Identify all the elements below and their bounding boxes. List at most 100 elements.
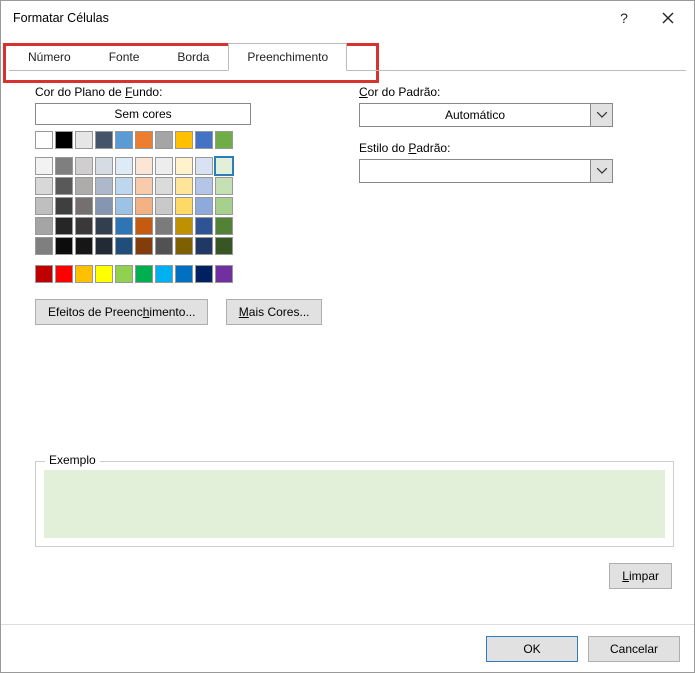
color-swatch[interactable] [175, 237, 193, 255]
tab-number[interactable]: Número [9, 43, 90, 71]
color-swatch[interactable] [75, 237, 93, 255]
color-swatch[interactable] [135, 237, 153, 255]
color-swatch[interactable] [215, 177, 233, 195]
color-swatch[interactable] [155, 237, 173, 255]
color-swatch[interactable] [115, 237, 133, 255]
color-swatch[interactable] [135, 197, 153, 215]
pattern-color-label: Cor do Padrão: [359, 85, 674, 99]
color-swatch[interactable] [135, 157, 153, 175]
theme-colors-row [35, 131, 325, 149]
color-swatch[interactable] [75, 197, 93, 215]
pattern-style-value [359, 159, 591, 183]
color-swatch[interactable] [35, 217, 53, 235]
color-swatch[interactable] [35, 237, 53, 255]
help-button[interactable]: ? [602, 3, 646, 33]
color-swatch[interactable] [175, 157, 193, 175]
tab-content: Cor do Plano de Fundo: Sem cores Efeitos… [1, 71, 694, 325]
color-swatch[interactable] [55, 265, 73, 283]
color-swatch[interactable] [95, 197, 113, 215]
color-swatch[interactable] [195, 217, 213, 235]
color-swatch[interactable] [135, 217, 153, 235]
color-swatch[interactable] [155, 217, 173, 235]
color-swatch[interactable] [95, 217, 113, 235]
color-swatch[interactable] [195, 177, 213, 195]
color-swatch[interactable] [215, 265, 233, 283]
color-swatch[interactable] [95, 237, 113, 255]
color-swatch[interactable] [175, 177, 193, 195]
pattern-color-dropdown-button[interactable] [591, 103, 613, 127]
color-swatch[interactable] [135, 131, 153, 149]
background-color-section: Cor do Plano de Fundo: Sem cores Efeitos… [35, 85, 325, 325]
color-swatch[interactable] [115, 197, 133, 215]
background-color-label: Cor do Plano de Fundo: [35, 85, 325, 99]
close-button[interactable] [646, 3, 690, 33]
color-swatch[interactable] [35, 131, 53, 149]
color-swatch[interactable] [55, 157, 73, 175]
color-swatch[interactable] [215, 237, 233, 255]
cancel-button[interactable]: Cancelar [588, 636, 680, 662]
color-swatch[interactable] [215, 131, 233, 149]
color-swatch[interactable] [115, 131, 133, 149]
tab-border[interactable]: Borda [158, 43, 228, 71]
clear-button[interactable]: Limpar [609, 563, 672, 589]
color-swatch[interactable] [115, 157, 133, 175]
color-swatch[interactable] [55, 177, 73, 195]
color-swatch[interactable] [195, 237, 213, 255]
color-swatch[interactable] [155, 157, 173, 175]
color-swatch[interactable] [35, 177, 53, 195]
pattern-color-value: Automático [359, 103, 591, 127]
color-swatch[interactable] [75, 265, 93, 283]
color-swatch[interactable] [175, 197, 193, 215]
color-swatch[interactable] [35, 265, 53, 283]
titlebar: Formatar Células ? [1, 1, 694, 35]
fill-effects-button[interactable]: Efeitos de Preenchimento... [35, 299, 208, 325]
color-swatch[interactable] [95, 177, 113, 195]
color-swatch[interactable] [195, 197, 213, 215]
color-swatch[interactable] [75, 157, 93, 175]
color-swatch[interactable] [155, 131, 173, 149]
color-swatch[interactable] [75, 177, 93, 195]
color-swatch[interactable] [75, 131, 93, 149]
color-swatch[interactable] [55, 217, 73, 235]
color-swatch[interactable] [135, 265, 153, 283]
tab-font[interactable]: Fonte [90, 43, 159, 71]
color-swatch[interactable] [115, 177, 133, 195]
color-swatch[interactable] [155, 177, 173, 195]
color-swatch[interactable] [155, 265, 173, 283]
color-swatch[interactable] [195, 265, 213, 283]
color-swatch[interactable] [215, 157, 233, 175]
clear-row: Limpar [609, 563, 672, 589]
color-swatch[interactable] [95, 265, 113, 283]
color-swatch[interactable] [175, 265, 193, 283]
color-swatch[interactable] [95, 131, 113, 149]
color-swatch[interactable] [55, 237, 73, 255]
color-swatch[interactable] [175, 131, 193, 149]
more-colors-button[interactable]: Mais Cores... [226, 299, 323, 325]
pattern-style-combo[interactable] [359, 159, 613, 183]
color-swatch[interactable] [95, 157, 113, 175]
color-swatch[interactable] [35, 157, 53, 175]
color-swatch[interactable] [115, 217, 133, 235]
color-swatch[interactable] [55, 131, 73, 149]
pattern-style-dropdown-button[interactable] [591, 159, 613, 183]
dialog-footer: OK Cancelar [1, 624, 694, 672]
no-color-button[interactable]: Sem cores [35, 103, 251, 125]
color-swatch[interactable] [215, 197, 233, 215]
color-swatch[interactable] [55, 197, 73, 215]
sample-preview [44, 470, 665, 538]
ok-button[interactable]: OK [486, 636, 578, 662]
dialog-title: Formatar Células [13, 11, 602, 25]
tab-fill[interactable]: Preenchimento [228, 43, 347, 71]
color-swatch[interactable] [35, 197, 53, 215]
color-swatch[interactable] [215, 217, 233, 235]
color-swatch[interactable] [115, 265, 133, 283]
pattern-color-combo[interactable]: Automático [359, 103, 613, 127]
color-swatch[interactable] [135, 177, 153, 195]
tab-bar: Número Fonte Borda Preenchimento [9, 43, 686, 71]
color-swatch[interactable] [195, 157, 213, 175]
pattern-section: Cor do Padrão: Automático Estilo do Padr… [359, 85, 674, 325]
color-swatch[interactable] [155, 197, 173, 215]
color-swatch[interactable] [195, 131, 213, 149]
color-swatch[interactable] [75, 217, 93, 235]
color-swatch[interactable] [175, 217, 193, 235]
